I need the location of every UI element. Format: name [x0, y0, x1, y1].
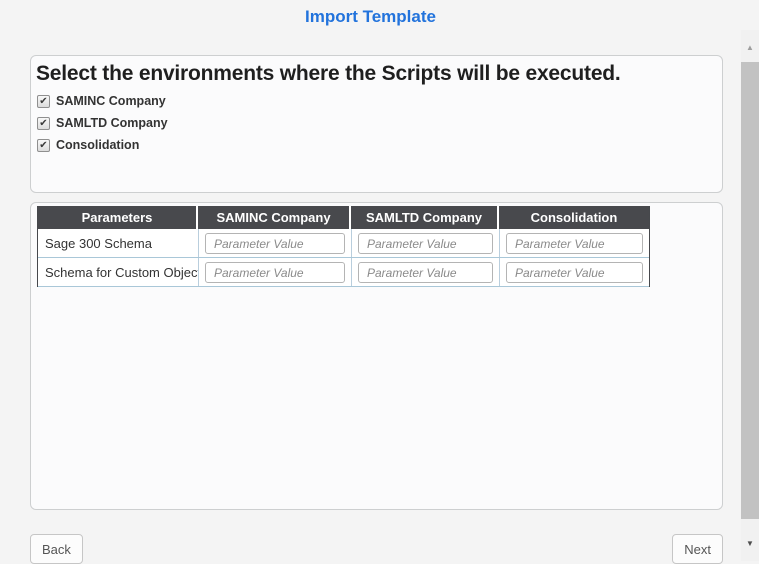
table-row: Schema for Custom Objects: [38, 258, 649, 287]
checkbox-label: Consolidation: [56, 138, 139, 152]
checkbox-label: SAMINC Company: [56, 94, 166, 108]
table-row: Sage 300 Schema: [38, 229, 649, 258]
checkbox-checked-icon[interactable]: ✔: [37, 117, 50, 130]
parameter-value-input[interactable]: [205, 262, 345, 283]
table-cell: [499, 229, 649, 257]
parameters-table: Parameters SAMINC Company SAMLTD Company…: [37, 206, 650, 287]
environments-heading: Select the environments where the Script…: [36, 62, 722, 86]
parameter-name: Schema for Custom Objects: [38, 258, 198, 286]
checkbox-checked-icon[interactable]: ✔: [37, 95, 50, 108]
table-cell: [351, 258, 499, 286]
column-header-samltd: SAMLTD Company: [351, 206, 497, 229]
checkbox-checked-icon[interactable]: ✔: [37, 139, 50, 152]
back-button[interactable]: Back: [30, 534, 83, 564]
next-button[interactable]: Next: [672, 534, 723, 564]
checkbox-label: SAMLTD Company: [56, 116, 168, 130]
scroll-down-icon[interactable]: ▼: [741, 539, 759, 549]
table-header-row: Parameters SAMINC Company SAMLTD Company…: [38, 206, 649, 229]
parameters-panel: Parameters SAMINC Company SAMLTD Company…: [30, 202, 723, 510]
environments-panel: Select the environments where the Script…: [30, 55, 723, 193]
table-cell: [499, 258, 649, 286]
page-title: Import Template: [0, 7, 741, 27]
parameter-value-input[interactable]: [358, 262, 493, 283]
column-header-saminc: SAMINC Company: [198, 206, 349, 229]
column-header-consolidation: Consolidation: [499, 206, 649, 229]
import-template-page: Import Template Select the environments …: [0, 0, 759, 561]
parameter-name: Sage 300 Schema: [38, 229, 198, 257]
checkbox-row-samltd[interactable]: ✔ SAMLTD Company: [37, 112, 722, 134]
scrollbar-thumb[interactable]: [741, 62, 759, 519]
table-cell: [351, 229, 499, 257]
parameter-value-input[interactable]: [506, 233, 643, 254]
table-cell: [198, 229, 351, 257]
parameter-value-input[interactable]: [506, 262, 643, 283]
checkbox-row-saminc[interactable]: ✔ SAMINC Company: [37, 90, 722, 112]
environments-options: ✔ SAMINC Company ✔ SAMLTD Company ✔ Cons…: [37, 90, 722, 156]
table-cell: [198, 258, 351, 286]
checkbox-row-consolidation[interactable]: ✔ Consolidation: [37, 134, 722, 156]
vertical-scrollbar[interactable]: ▲ ▼: [741, 30, 759, 561]
column-header-parameters: Parameters: [38, 206, 196, 229]
parameter-value-input[interactable]: [358, 233, 493, 254]
parameter-value-input[interactable]: [205, 233, 345, 254]
scroll-up-icon[interactable]: ▲: [741, 43, 759, 53]
